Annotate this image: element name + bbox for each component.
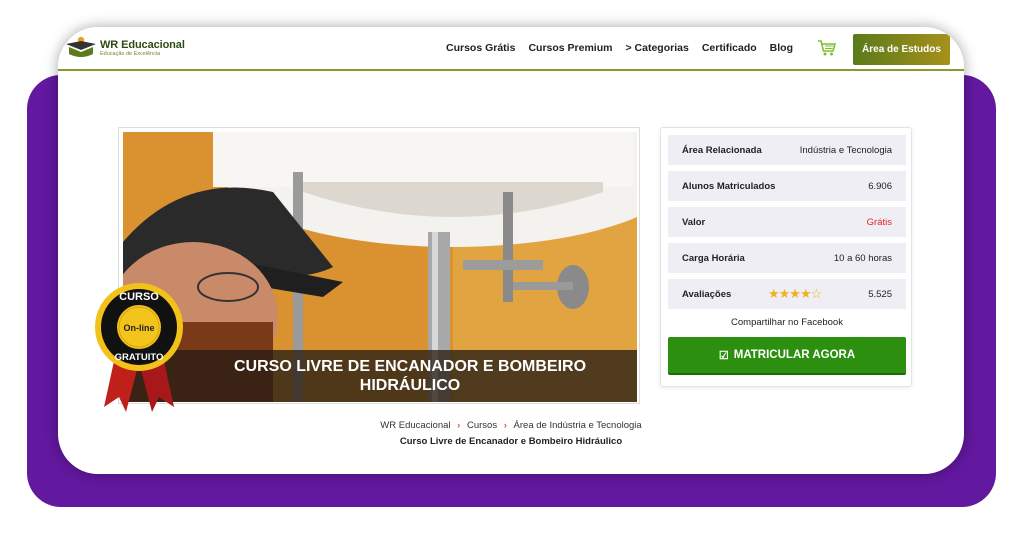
page-card: WR Educacional Educação de Excelência Cu… [58, 27, 964, 474]
main-menu: Cursos Grátis Cursos Premium > Categoria… [446, 42, 806, 54]
facebook-share-link[interactable]: Compartilhar no Facebook [661, 317, 913, 328]
online-free-badge: CURSO On-line GRATUITO [94, 282, 184, 417]
menu-blog[interactable]: Blog [770, 42, 793, 54]
info-label: Alunos Matriculados [682, 180, 776, 192]
course-info-panel: Área Relacionada Indústria e Tecnologia … [660, 127, 912, 387]
info-label: Área Relacionada [682, 144, 762, 156]
badge-top-text: CURSO [119, 291, 159, 303]
info-label: Valor [682, 216, 706, 228]
menu-certificado[interactable]: Certificado [702, 42, 757, 54]
enroll-label: MATRICULAR AGORA [733, 349, 856, 361]
info-value: 10 a 60 horas [833, 252, 892, 264]
area-de-estudos-button[interactable]: Área de Estudos [853, 34, 950, 65]
hero-title-bar: CURSO LIVRE DE ENCANADOR E BOMBEIRO HIDR… [123, 350, 637, 402]
info-value: 6.906 [868, 180, 892, 192]
breadcrumb: WR Educacional › Cursos › Área de Indúst… [58, 420, 964, 431]
logo-mark-icon [64, 35, 98, 61]
top-navbar: WR Educacional Educação de Excelência Cu… [58, 27, 964, 71]
course-hero: CURSO LIVRE DE ENCANADOR E BOMBEIRO HIDR… [118, 127, 640, 404]
enroll-button[interactable]: ☑ MATRICULAR AGORA [668, 337, 906, 375]
info-label: Carga Horária [682, 252, 745, 264]
info-row-area: Área Relacionada Indústria e Tecnologia [668, 135, 906, 165]
badge-middle-text: On-line [124, 323, 155, 333]
breadcrumb-cursos[interactable]: Cursos [467, 420, 497, 431]
rating-stars-icon: ★★★★☆ [768, 286, 822, 301]
course-title-line1: CURSO LIVRE DE ENCANADOR E BOMBEIRO [233, 358, 587, 375]
menu-categorias[interactable]: > Categorias [625, 42, 688, 54]
info-row-alunos: Alunos Matriculados 6.906 [668, 171, 906, 201]
logo-title: WR Educacional [100, 39, 185, 51]
menu-cursos-premium[interactable]: Cursos Premium [528, 42, 612, 54]
breadcrumb-home[interactable]: WR Educacional [380, 420, 450, 431]
cart-icon[interactable] [817, 39, 837, 57]
checkbox-icon: ☑ [718, 349, 729, 362]
info-value: Grátis [866, 216, 892, 228]
plumber-photo: CURSO LIVRE DE ENCANADOR E BOMBEIRO HIDR… [123, 132, 637, 402]
info-row-carga: Carga Horária 10 a 60 horas [668, 243, 906, 273]
breadcrumb-area[interactable]: Área de Indústria e Tecnologia [514, 420, 642, 431]
breadcrumb-separator-icon: › [503, 420, 507, 431]
info-value: 5.525 [868, 288, 892, 300]
menu-cursos-gratis[interactable]: Cursos Grátis [446, 42, 515, 54]
breadcrumb-current: Curso Livre de Encanador e Bombeiro Hidr… [399, 436, 623, 447]
info-row-valor: Valor Grátis [668, 207, 906, 237]
info-value: Indústria e Tecnologia [799, 144, 892, 156]
breadcrumb-separator-icon: › [457, 420, 461, 431]
info-label: Avaliações [682, 288, 732, 300]
logo-subtitle: Educação de Excelência [100, 51, 161, 57]
course-title-line2: HIDRÁULICO [359, 377, 461, 394]
badge-bottom-text: GRATUITO [115, 352, 164, 363]
site-logo[interactable]: WR Educacional Educação de Excelência [64, 35, 185, 61]
info-row-avaliacoes: Avaliações ★★★★☆ 5.525 [668, 279, 906, 309]
